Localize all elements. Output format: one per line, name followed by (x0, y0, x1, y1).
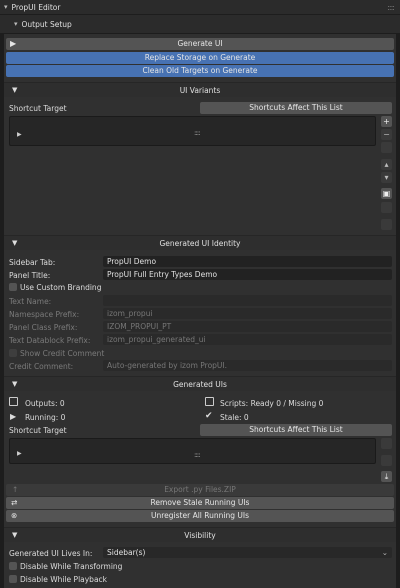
credit-comment-label: Credit Comment: (9, 362, 74, 371)
scripts-icon (205, 397, 214, 406)
shortcuts-affect-list-button[interactable]: Shortcuts Affect This List (200, 102, 392, 114)
panel-class-prefix-label: Panel Class Prefix: (9, 323, 78, 332)
show-credit-label: Show Credit Comment (20, 349, 105, 358)
remove-stale-label: Remove Stale Running UIs (150, 498, 250, 507)
chevron-down-icon: ⌄ (381, 548, 388, 557)
move-up-button[interactable]: ▴ (381, 159, 392, 170)
show-credit-checkbox[interactable] (9, 349, 17, 357)
export-icon: ↑ (12, 485, 19, 494)
shortcut-target-label: Shortcut Target (9, 426, 67, 435)
panel-title-label: Panel Title: (9, 271, 51, 280)
chevron-down-icon: ▾ (4, 3, 8, 11)
text-datablock-prefix-field[interactable]: izom_propui_generated_ui (103, 334, 392, 345)
cancel-icon: ⊗ (11, 511, 18, 520)
clean-targets-toggle[interactable]: Clean Old Targets on Generate (6, 65, 394, 77)
credit-comment-field[interactable]: Auto-generated by izom PropUI. (103, 360, 392, 371)
checkmark-icon: ✔ (205, 411, 213, 421)
import-icon[interactable]: ⤓ (381, 471, 392, 482)
replace-storage-toggle[interactable]: Replace Storage on Generate (6, 52, 394, 64)
sidebar-tab-label: Sidebar Tab: (9, 258, 56, 267)
panel-header[interactable]: ▾ PropUI Editor :::: (0, 0, 400, 14)
move-down-button[interactable]: ▾ (381, 172, 392, 183)
expand-arrow-icon[interactable]: ▶ (17, 131, 22, 138)
play-icon: ▶ (10, 412, 17, 421)
generated-uis-list[interactable]: ▶ :::: (9, 438, 376, 464)
identity-title: Generated UI Identity (159, 239, 241, 248)
add-variant-button[interactable]: + (381, 116, 392, 127)
scripts-status: Scripts: Ready 0 / Missing 0 (220, 399, 324, 408)
ui-variants-list[interactable]: ▶ :::: (9, 116, 376, 146)
text-name-label: Text Name: (9, 297, 52, 306)
lives-in-value: Sidebar(s) (107, 548, 146, 557)
shortcuts-affect-list-button[interactable]: Shortcuts Affect This List (200, 424, 392, 436)
remove-stale-icon: ⇄ (11, 498, 18, 507)
text-name-field[interactable] (103, 295, 392, 306)
lives-in-dropdown[interactable]: Sidebar(s) ⌄ (103, 547, 392, 558)
disable-playback-label: Disable While Playback (20, 575, 108, 584)
play-icon: ▶ (10, 39, 17, 48)
generated-uis-header[interactable]: ▼ Generated UIs (4, 376, 396, 391)
sidebar-tab-field[interactable]: PropUI Demo (103, 256, 392, 267)
save-icon[interactable]: ▣ (381, 188, 392, 199)
disable-transforming-label: Disable While Transforming (20, 562, 123, 571)
generated-uis-title: Generated UIs (173, 380, 227, 389)
panel-title-field[interactable]: PropUI Full Entry Types Demo (103, 269, 392, 280)
disable-playback-checkbox[interactable] (9, 575, 17, 583)
export-label: Export .py Files.ZIP (164, 485, 236, 494)
list-option-button[interactable] (381, 438, 392, 449)
shortcut-target-label: Shortcut Target (9, 104, 67, 113)
text-datablock-prefix-label: Text Datablock Prefix: (9, 336, 91, 345)
generate-ui-button[interactable]: ▶ Generate UI (6, 38, 394, 50)
resize-grip-icon[interactable]: :::: (194, 129, 201, 137)
stale-count: Stale: 0 (220, 413, 249, 422)
shortcuts-button-label: Shortcuts Affect This List (249, 425, 343, 434)
custom-branding-checkbox[interactable] (9, 283, 17, 291)
output-setup-title: Output Setup (21, 19, 72, 29)
unregister-label: Unregister All Running UIs (151, 511, 249, 520)
disable-transforming-checkbox[interactable] (9, 562, 17, 570)
custom-branding-label: Use Custom Branding (20, 283, 102, 292)
list-option-button[interactable] (381, 455, 392, 466)
unregister-all-button[interactable]: ⊗ Unregister All Running UIs (6, 510, 394, 522)
ui-variants-title: UI Variants (179, 86, 221, 95)
outputs-count: Outputs: 0 (25, 399, 65, 408)
drag-grip-icon[interactable]: :::: (387, 3, 395, 12)
panel-title: PropUI Editor (11, 2, 61, 12)
visibility-header[interactable]: ▼ Visibility (4, 527, 396, 542)
output-setup-header[interactable]: ▾ Output Setup (0, 15, 400, 33)
outputs-icon (9, 397, 18, 406)
running-count: Running: 0 (25, 413, 66, 422)
identity-header[interactable]: ▼ Generated UI Identity (4, 235, 396, 250)
variant-options-button[interactable] (381, 142, 392, 153)
generate-ui-label: Generate UI (177, 39, 223, 48)
lives-in-label: Generated UI Lives In: (9, 549, 93, 558)
variant-extra-button[interactable] (381, 219, 392, 230)
clean-targets-label: Clean Old Targets on Generate (142, 66, 258, 75)
ui-variants-header[interactable]: ▼ UI Variants (4, 82, 396, 97)
resize-grip-icon[interactable]: :::: (194, 451, 201, 459)
visibility-title: Visibility (184, 531, 216, 540)
expand-arrow-icon[interactable]: ▶ (17, 450, 22, 457)
namespace-prefix-field[interactable]: izom_propui (103, 308, 392, 319)
chevron-down-icon: ▾ (14, 20, 18, 28)
remove-variant-button[interactable]: − (381, 129, 392, 140)
remove-stale-button[interactable]: ⇄ Remove Stale Running UIs (6, 497, 394, 509)
export-zip-button[interactable]: ↑ Export .py Files.ZIP (6, 484, 394, 496)
namespace-prefix-label: Namespace Prefix: (9, 310, 80, 319)
panel-class-prefix-field[interactable]: IZOM_PROPUI_PT (103, 321, 392, 332)
replace-storage-label: Replace Storage on Generate (144, 53, 256, 62)
edit-variant-button[interactable] (381, 202, 392, 213)
shortcuts-button-label: Shortcuts Affect This List (249, 103, 343, 112)
